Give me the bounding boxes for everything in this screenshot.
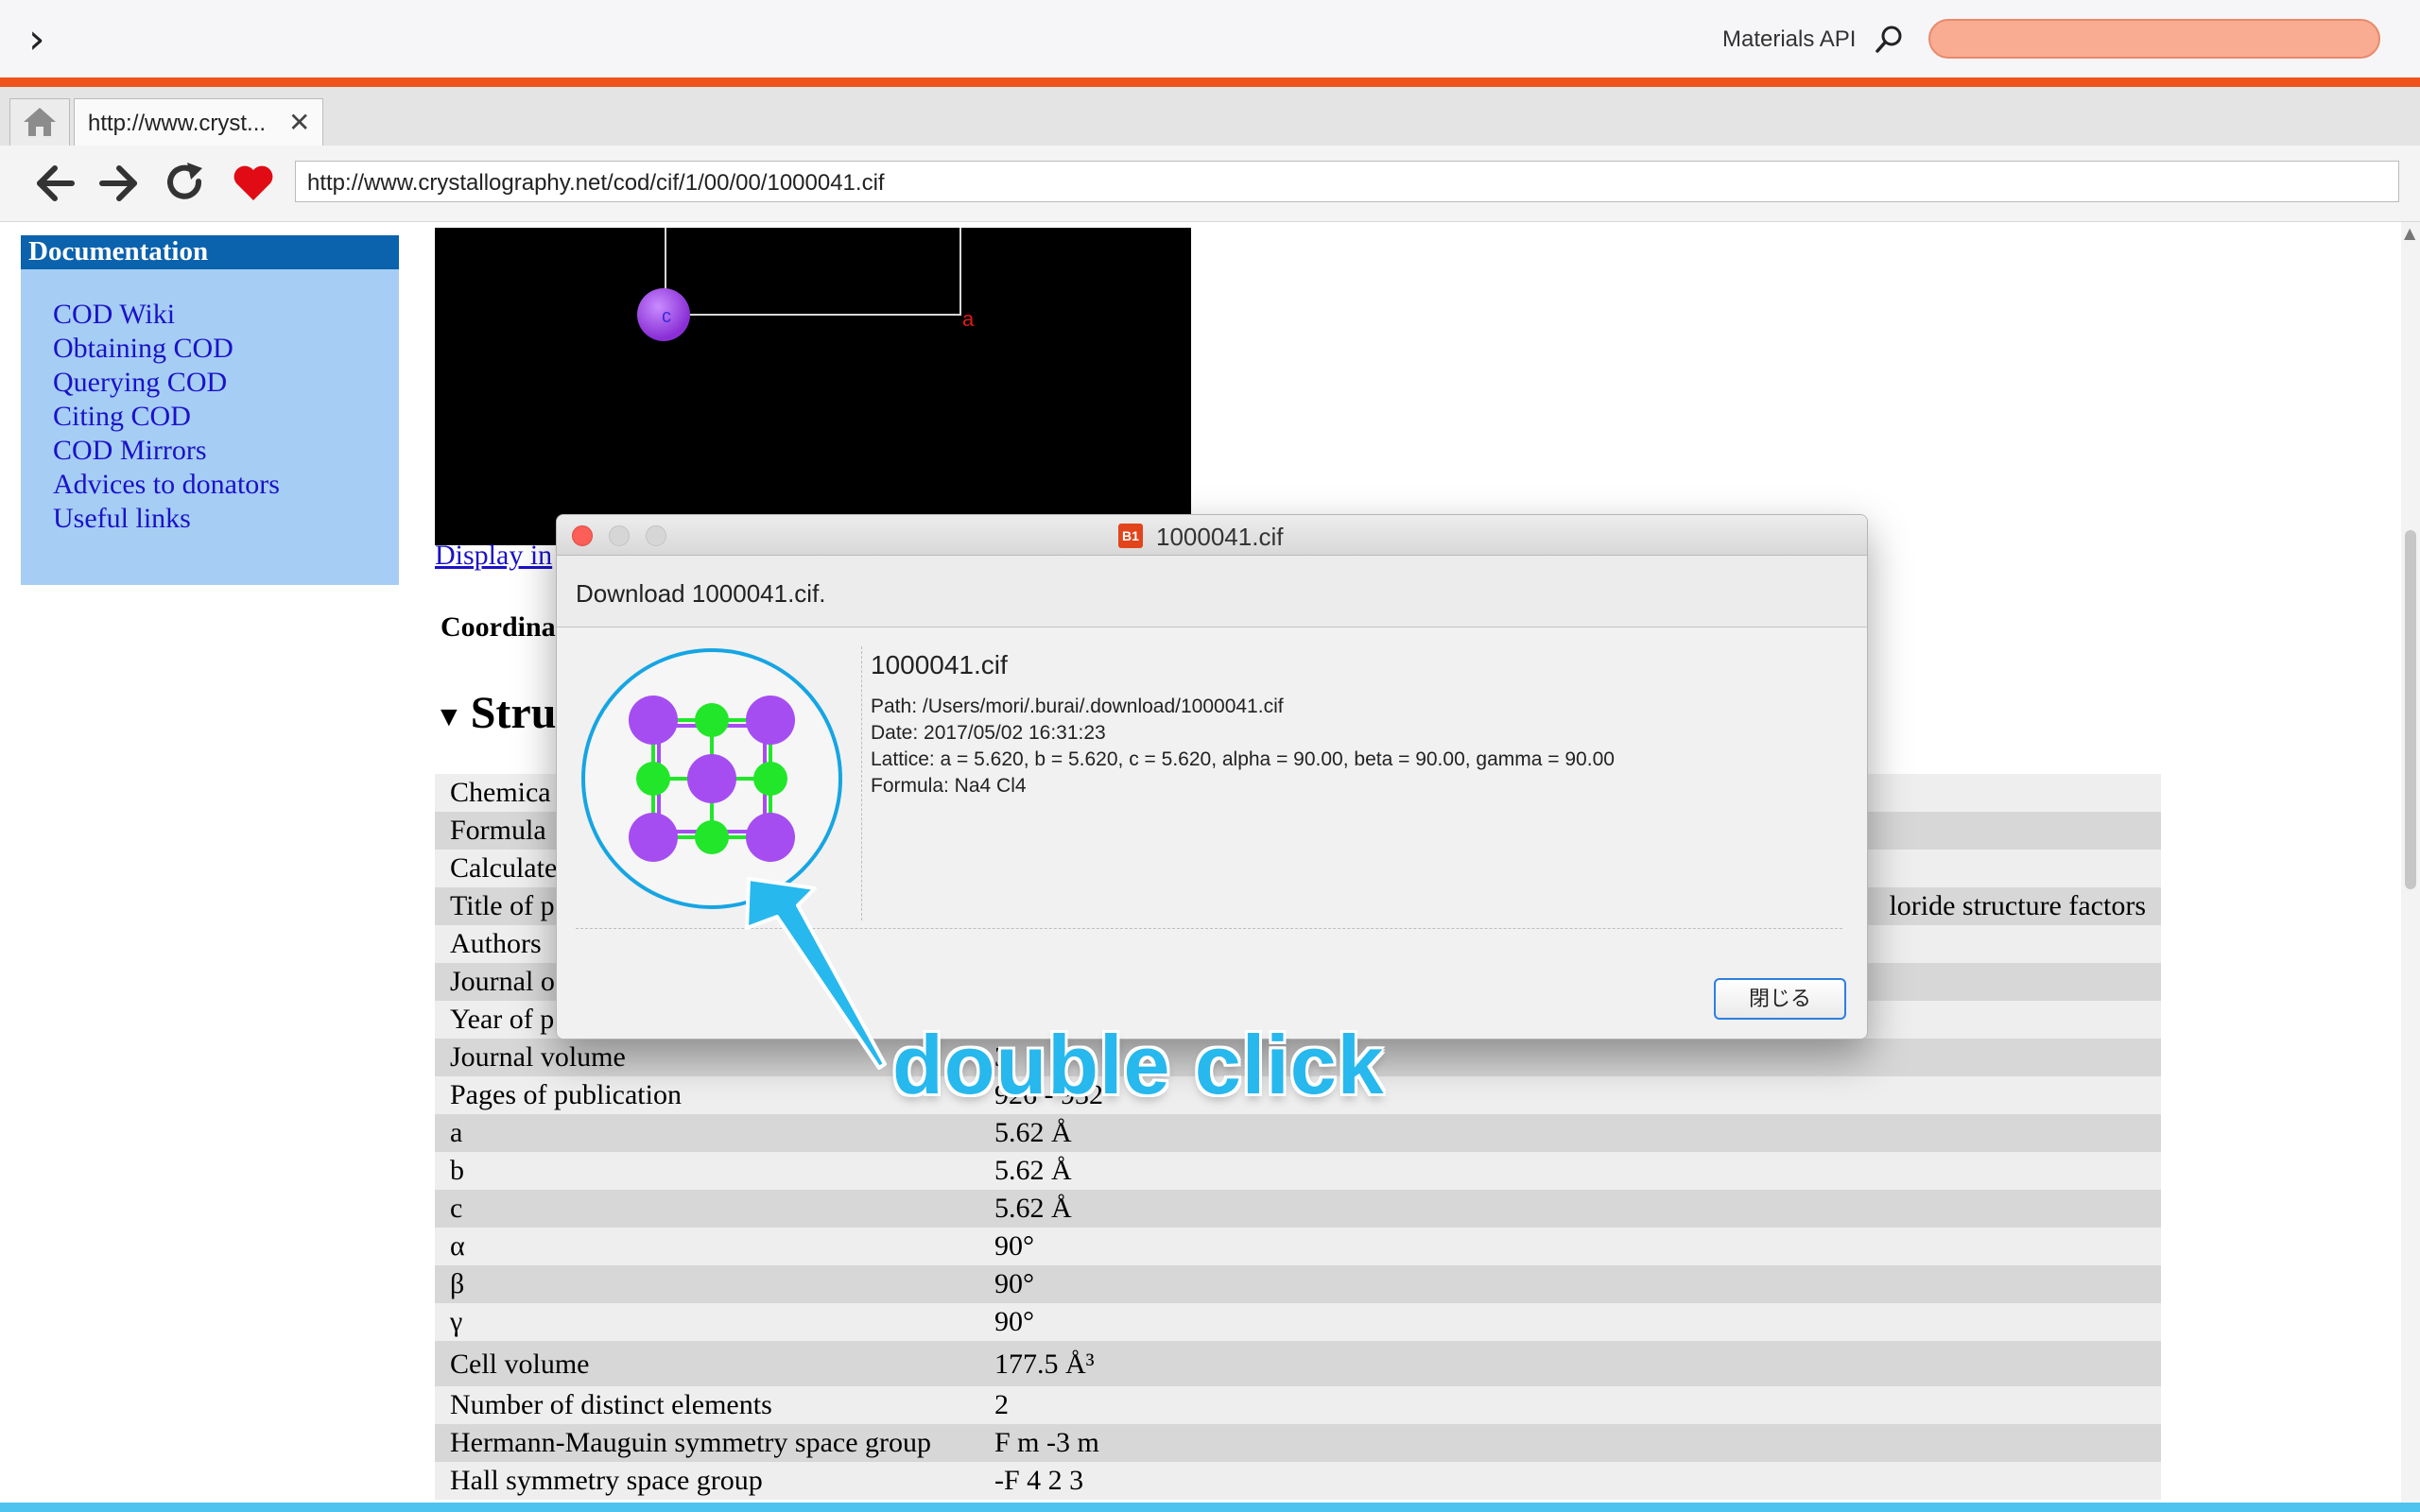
dialog-titlebar[interactable]: B1 1000041.cif	[557, 515, 1867, 556]
heart-icon[interactable]	[231, 161, 276, 206]
sidebar-link-cod-mirrors[interactable]: COD Mirrors	[53, 434, 399, 468]
tab-cod-page[interactable]: http://www.cryst... ✕	[74, 98, 323, 146]
scrollbar-thumb[interactable]	[2405, 530, 2416, 889]
materials-api-label: Materials API	[1722, 26, 1857, 52]
display-link[interactable]: Display in	[435, 540, 552, 572]
sidebar-link-cod-wiki[interactable]: COD Wiki	[53, 298, 399, 332]
burai-app-icon: B1	[1118, 524, 1143, 548]
sidebar-link-advices-to-donators[interactable]: Advices to donators	[53, 468, 399, 502]
table-row: Number of distinct elements 2	[435, 1386, 2161, 1424]
table-row: Hermann-Mauguin symmetry space group F m …	[435, 1424, 2161, 1462]
accent-divider	[0, 77, 2420, 87]
zoom-window-icon	[646, 525, 666, 546]
url-input[interactable]: http://www.crystallography.net/cod/cif/1…	[295, 161, 2399, 202]
close-window-icon[interactable]	[572, 525, 593, 546]
table-row: c 5.62 Å	[435, 1190, 2161, 1228]
home-tab[interactable]	[9, 98, 70, 146]
callout-arrow-icon	[745, 877, 887, 1070]
table-row: Hall symmetry space group -F 4 2 3	[435, 1462, 2161, 1500]
tab-close-icon[interactable]: ✕	[288, 107, 310, 138]
sidebar-link-querying-cod[interactable]: Querying COD	[53, 366, 399, 400]
file-path: Path: /Users/mori/.burai/.download/10000…	[871, 696, 1284, 717]
forward-arrow-icon[interactable]	[96, 161, 142, 206]
download-message: Download 1000041.cif.	[576, 579, 826, 608]
close-button[interactable]: 閉じる	[1714, 978, 1846, 1020]
nacl-structure-icon	[629, 696, 795, 862]
documentation-heading: Documentation	[21, 235, 399, 269]
app-toolbar: › Materials API	[0, 0, 2420, 77]
coordinates-label: Coordina	[441, 611, 556, 643]
sidebar-link-useful-links[interactable]: Useful links	[53, 502, 399, 536]
documentation-sidebar: Documentation COD Wiki Obtaining COD Que…	[21, 235, 399, 585]
dialog-title: 1000041.cif	[1156, 523, 1284, 551]
file-lattice: Lattice: a = 5.620, b = 5.620, c = 5.620…	[871, 748, 1615, 770]
unit-cell-drawing: c a	[637, 228, 975, 341]
axis-c-label: c	[662, 306, 671, 327]
sidebar-link-obtaining-cod[interactable]: Obtaining COD	[53, 332, 399, 366]
sidebar-link-citing-cod[interactable]: Citing COD	[53, 400, 399, 434]
structure-3d-viewer[interactable]: c a	[435, 228, 1191, 545]
file-date: Date: 2017/05/02 16:31:23	[871, 722, 1106, 744]
back-arrow-icon[interactable]	[32, 161, 78, 206]
reload-icon[interactable]	[163, 161, 208, 206]
table-row: β 90°	[435, 1265, 2161, 1303]
page-scrollbar[interactable]: ▲	[2401, 222, 2420, 1503]
table-row: α 90°	[435, 1228, 2161, 1265]
file-details: 1000041.cif Path: /Users/mori/.burai/.do…	[871, 650, 1615, 799]
double-click-annotation: double click	[892, 1018, 1385, 1111]
url-text: http://www.crystallography.net/cod/cif/1…	[307, 170, 885, 196]
file-formula: Formula: Na4 Cl4	[871, 775, 1027, 797]
minimize-window-icon	[609, 525, 630, 546]
navigation-bar: http://www.crystallography.net/cod/cif/1…	[0, 146, 2420, 222]
table-row: Cell volume 177.5 Å³	[435, 1341, 2161, 1386]
materials-search-input[interactable]	[1928, 19, 2380, 59]
tab-strip: http://www.cryst... ✕	[0, 87, 2420, 146]
home-icon	[24, 108, 56, 136]
search-icon[interactable]	[1874, 23, 1906, 55]
table-row: b 5.62 Å	[435, 1152, 2161, 1190]
disclosure-triangle-icon[interactable]: ▼	[435, 701, 463, 732]
axis-a-label: a	[962, 307, 975, 331]
file-name: 1000041.cif	[871, 650, 1008, 679]
bottom-status-strip	[0, 1503, 2420, 1512]
tab-title: http://www.cryst...	[88, 111, 267, 136]
table-row: a 5.62 Å	[435, 1114, 2161, 1152]
chevron-right-icon[interactable]: ›	[28, 19, 66, 60]
table-row: γ 90°	[435, 1303, 2161, 1341]
scroll-up-icon[interactable]: ▲	[2404, 224, 2415, 242]
